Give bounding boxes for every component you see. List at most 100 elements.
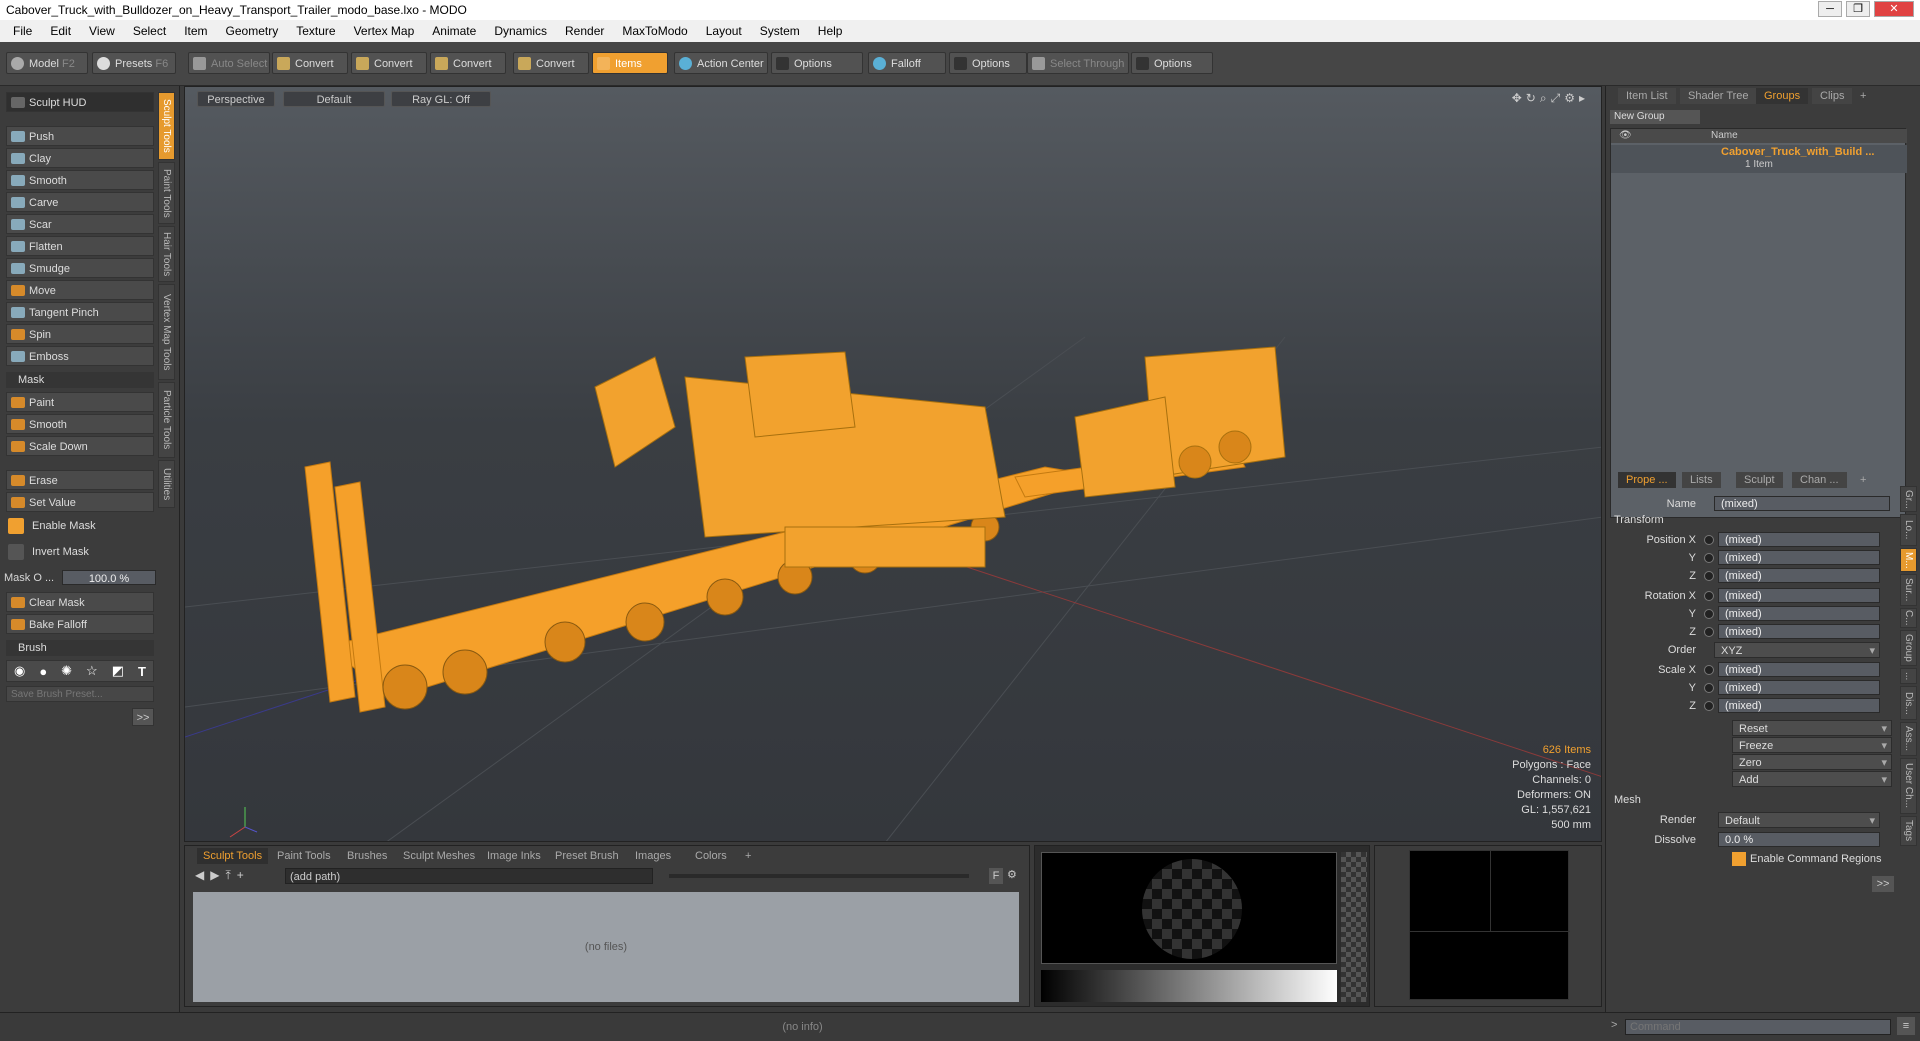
rotation-x-field[interactable]: (mixed): [1718, 588, 1880, 603]
side-tab-ass[interactable]: Ass...: [1900, 722, 1917, 756]
left-expand-button[interactable]: >>: [132, 708, 154, 726]
scale-y-dot[interactable]: [1704, 683, 1714, 693]
brush-section-header[interactable]: Brush: [6, 640, 154, 656]
tab-colors[interactable]: Colors: [689, 848, 733, 864]
tool-emboss[interactable]: Emboss: [6, 346, 154, 366]
tab-channels[interactable]: Chan ...: [1792, 472, 1847, 488]
tab-image-inks[interactable]: Image Inks: [481, 848, 547, 864]
mesh-header[interactable]: Mesh: [1614, 794, 1641, 806]
convert-button-3[interactable]: Convert: [430, 52, 506, 74]
filter-button[interactable]: F: [989, 868, 1003, 884]
erase-button[interactable]: Erase: [6, 470, 154, 490]
enable-command-regions-checkbox[interactable]: Enable Command Regions: [1730, 850, 1900, 868]
tool-tangent-pinch[interactable]: Tangent Pinch: [6, 302, 154, 322]
menu-view[interactable]: View: [80, 24, 124, 38]
side-tab-dis[interactable]: Dis...: [1900, 686, 1917, 720]
side-tab-c[interactable]: C...: [1900, 608, 1917, 628]
falloff-button[interactable]: Falloff: [868, 52, 946, 74]
tool-clay[interactable]: Clay: [6, 148, 154, 168]
options-button-2[interactable]: Options: [949, 52, 1027, 74]
tool-carve[interactable]: Carve: [6, 192, 154, 212]
tab-preset-brush[interactable]: Preset Brush: [549, 848, 625, 864]
convert-button-2[interactable]: Convert: [351, 52, 427, 74]
tab-lists[interactable]: Lists: [1682, 472, 1721, 488]
tool-smudge[interactable]: Smudge: [6, 258, 154, 278]
sculpt-hud-button[interactable]: Sculpt HUD: [6, 92, 154, 112]
tab-groups[interactable]: Groups: [1756, 88, 1809, 104]
position-x-dot[interactable]: [1704, 535, 1714, 545]
options-button-3[interactable]: Options: [1131, 52, 1213, 74]
rotation-y-field[interactable]: (mixed): [1718, 606, 1880, 621]
items-button[interactable]: Items: [592, 52, 668, 74]
tab-sculpt-meshes[interactable]: Sculpt Meshes: [397, 848, 481, 864]
rotation-y-dot[interactable]: [1704, 609, 1714, 619]
side-tab-tags[interactable]: Tags: [1900, 816, 1917, 846]
rotation-z-dot[interactable]: [1704, 627, 1714, 637]
rotation-x-dot[interactable]: [1704, 591, 1714, 601]
star-brush-icon[interactable]: ☆: [86, 663, 98, 679]
rotation-z-field[interactable]: (mixed): [1718, 624, 1880, 639]
maximize-button[interactable]: ❐: [1846, 1, 1870, 17]
transform-header[interactable]: Transform: [1614, 514, 1664, 526]
freeze-dropdown[interactable]: Freeze: [1732, 737, 1892, 754]
menu-vertex-map[interactable]: Vertex Map: [345, 24, 424, 38]
bake-falloff-button[interactable]: Bake Falloff: [6, 614, 154, 634]
close-button[interactable]: ✕: [1874, 1, 1914, 17]
up-folder-icon[interactable]: ⤒: [225, 868, 236, 882]
position-y-dot[interactable]: [1704, 553, 1714, 563]
splat-brush-icon[interactable]: ✺: [61, 663, 72, 679]
new-group-button[interactable]: New Group: [1610, 110, 1700, 124]
menu-edit[interactable]: Edit: [41, 24, 80, 38]
menu-geometry[interactable]: Geometry: [217, 24, 288, 38]
select-through-button[interactable]: Select Through: [1027, 52, 1129, 74]
3d-viewport[interactable]: Perspective Default Ray GL: Off ✥↻⌕⤢⚙▸ 6…: [184, 86, 1602, 842]
position-z-dot[interactable]: [1704, 571, 1714, 581]
tool-flatten[interactable]: Flatten: [6, 236, 154, 256]
scale-x-field[interactable]: (mixed): [1718, 662, 1880, 677]
scale-z-field[interactable]: (mixed): [1718, 698, 1880, 713]
menu-texture[interactable]: Texture: [287, 24, 344, 38]
menu-dynamics[interactable]: Dynamics: [485, 24, 556, 38]
forward-arrow-icon[interactable]: ▶: [210, 868, 225, 882]
invert-mask-checkbox[interactable]: Invert Mask: [6, 542, 154, 562]
group-row[interactable]: Cabover_Truck_with_Build ... 1 Item: [1611, 145, 1907, 173]
options-button-1[interactable]: Options: [771, 52, 863, 74]
order-dropdown[interactable]: XYZ: [1714, 642, 1880, 659]
props-expand-button[interactable]: >>: [1872, 876, 1894, 892]
side-tab-user-channels[interactable]: User Ch...: [1900, 758, 1917, 814]
tab-sculpt[interactable]: Sculpt: [1736, 472, 1783, 488]
menu-system[interactable]: System: [751, 24, 809, 38]
soft-brush-icon[interactable]: ◉: [14, 663, 25, 679]
browser-settings-icon[interactable]: ⚙: [1007, 868, 1017, 881]
tool-push[interactable]: Push: [6, 126, 154, 146]
model-button[interactable]: Model F2: [6, 52, 88, 74]
name-column-header[interactable]: Name: [1711, 129, 1738, 143]
tab-properties[interactable]: Prope ...: [1618, 472, 1676, 488]
convert-button-4[interactable]: Convert: [513, 52, 589, 74]
scale-y-field[interactable]: (mixed): [1718, 680, 1880, 695]
mask-section-header[interactable]: Mask: [6, 372, 154, 388]
mask-opacity-field[interactable]: 100.0 %: [62, 570, 156, 585]
tab-add-props[interactable]: +: [1852, 472, 1874, 488]
tool-spin[interactable]: Spin: [6, 324, 154, 344]
tab-images[interactable]: Images: [629, 848, 677, 864]
side-tab-group[interactable]: Group: [1900, 630, 1917, 666]
reset-dropdown[interactable]: Reset: [1732, 720, 1892, 737]
save-brush-preset-field[interactable]: Save Brush Preset...: [6, 686, 154, 702]
visibility-icon[interactable]: 👁: [1619, 129, 1632, 143]
tool-scar[interactable]: Scar: [6, 214, 154, 234]
position-x-field[interactable]: (mixed): [1718, 532, 1880, 547]
tab-item-list[interactable]: Item List: [1618, 88, 1676, 104]
add-dropdown[interactable]: Add: [1732, 771, 1892, 788]
menu-help[interactable]: Help: [809, 24, 852, 38]
command-history-icon[interactable]: ≡: [1897, 1017, 1915, 1035]
clear-mask-button[interactable]: Clear Mask: [6, 592, 154, 612]
mask-paint[interactable]: Paint: [6, 392, 154, 412]
tool-move[interactable]: Move: [6, 280, 154, 300]
side-tab-gr[interactable]: Gr...: [1900, 486, 1917, 512]
tab-shader-tree[interactable]: Shader Tree: [1680, 88, 1757, 104]
mini-viewport[interactable]: [1409, 850, 1570, 1000]
menu-render[interactable]: Render: [556, 24, 613, 38]
enable-mask-checkbox[interactable]: Enable Mask: [6, 516, 154, 536]
minimize-button[interactable]: ─: [1818, 1, 1842, 17]
